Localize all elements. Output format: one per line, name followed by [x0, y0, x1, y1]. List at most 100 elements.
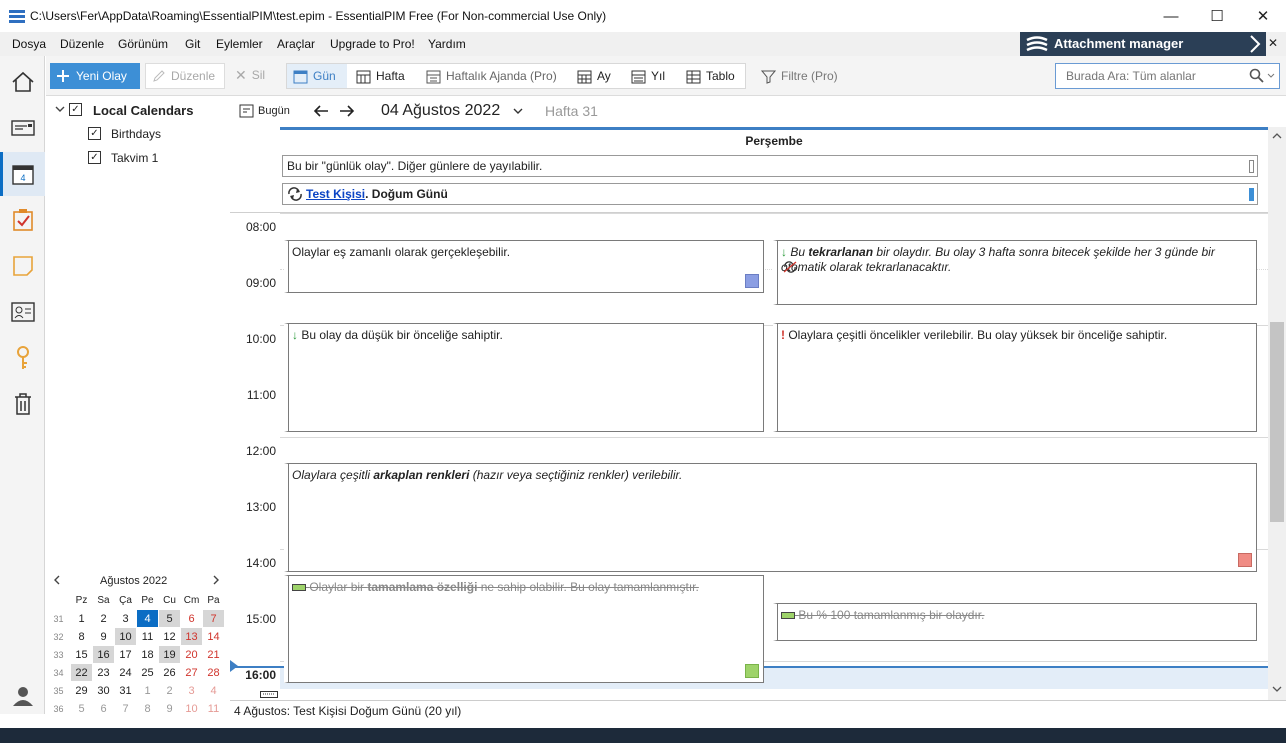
menu-actions[interactable]: Eylemler	[216, 37, 263, 51]
mini-cal-day[interactable]: 24	[115, 664, 136, 681]
mini-cal-day[interactable]: 15	[71, 646, 92, 663]
event-low-priority[interactable]: ↓ Bu olay da düşük bir önceliğe sahiptir…	[284, 323, 764, 432]
nav-home[interactable]	[0, 60, 45, 104]
mini-cal-day[interactable]: 1	[137, 682, 158, 699]
mini-cal-day[interactable]: 21	[203, 646, 224, 663]
current-date[interactable]: 04 Ağustos 2022	[381, 102, 500, 120]
birthdays-checkbox[interactable]: ✓	[88, 127, 101, 140]
mini-cal-prev-icon[interactable]	[53, 575, 61, 585]
view-day-button[interactable]: Gün	[293, 63, 336, 89]
mini-cal-day[interactable]: 22	[71, 664, 92, 681]
mini-cal-day[interactable]: 7	[203, 610, 224, 627]
mini-cal-day[interactable]: 11	[137, 628, 158, 645]
arrow-left-icon[interactable]	[313, 104, 329, 118]
mini-cal-day[interactable]: 8	[71, 628, 92, 645]
nav-profile[interactable]	[0, 674, 45, 718]
mini-cal-day[interactable]: 7	[115, 700, 136, 717]
arrow-right-icon[interactable]	[339, 104, 355, 118]
mini-cal-day[interactable]: 12	[159, 628, 180, 645]
menu-go[interactable]: Git	[185, 37, 200, 51]
birthday-event[interactable]: Test Kişisi . Doğum Günü	[282, 183, 1258, 205]
mini-cal-day[interactable]: 31	[115, 682, 136, 699]
event-background-colors[interactable]: Olaylara çeşitli arkaplan renkleri (hazı…	[284, 463, 1257, 572]
mini-cal-day[interactable]: 25	[137, 664, 158, 681]
mini-cal-day[interactable]: 2	[93, 610, 114, 627]
attachment-close-icon[interactable]: ✕	[1268, 36, 1278, 50]
mini-cal-day[interactable]: 1	[71, 610, 92, 627]
maximize-button[interactable]: ☐	[1194, 0, 1240, 32]
mini-cal-day[interactable]: 26	[159, 664, 180, 681]
nav-mail[interactable]	[0, 106, 45, 150]
attachment-manager-button[interactable]: Attachment manager	[1020, 32, 1266, 56]
vertical-scrollbar[interactable]	[1268, 127, 1286, 700]
view-week-button[interactable]: Hafta	[356, 63, 405, 89]
filter-button[interactable]: Filtre (Pro)	[761, 63, 838, 89]
more-events-icon[interactable]	[260, 691, 278, 699]
mini-cal-day[interactable]: 23	[93, 664, 114, 681]
event-recurring[interactable]: ↓ Bu tekrarlanan bir olaydır. Bu olay 3 …	[773, 240, 1257, 305]
mini-cal-day[interactable]: 10	[115, 628, 136, 645]
view-year-button[interactable]: Yıl	[631, 63, 665, 89]
mini-cal-next-icon[interactable]	[212, 575, 220, 585]
mini-cal-day[interactable]: 29	[71, 682, 92, 699]
search-icon[interactable]	[1249, 68, 1265, 84]
mini-cal-day[interactable]: 3	[115, 610, 136, 627]
search-input[interactable]	[1055, 63, 1280, 89]
menu-file[interactable]: Dosya	[12, 37, 46, 51]
search-dropdown-icon[interactable]	[1267, 73, 1275, 79]
mini-cal-day[interactable]: 10	[181, 700, 202, 717]
mini-cal-day[interactable]: 8	[137, 700, 158, 717]
date-dropdown-icon[interactable]	[513, 108, 523, 115]
minimize-button[interactable]: —	[1148, 0, 1194, 32]
view-month-button[interactable]: Ay	[577, 63, 611, 89]
mini-cal-day[interactable]: 16	[93, 646, 114, 663]
nav-trash[interactable]	[0, 382, 45, 426]
mini-cal-day[interactable]: 5	[71, 700, 92, 717]
menu-help[interactable]: Yardım	[428, 37, 466, 51]
close-button[interactable]: ✕	[1240, 0, 1286, 32]
new-event-button[interactable]: Yeni Olay	[50, 63, 140, 89]
edit-button[interactable]: Düzenle	[145, 63, 225, 89]
chevron-down-icon[interactable]	[55, 106, 65, 114]
mini-cal-day[interactable]: 4	[137, 610, 158, 627]
event-complete-100[interactable]: Bu % 100 tamamlanmış bir olaydır.	[773, 603, 1257, 641]
mini-cal-day[interactable]: 3	[181, 682, 202, 699]
delete-button[interactable]: ✕ Sil	[235, 63, 265, 87]
mini-cal-day[interactable]: 13	[181, 628, 202, 645]
mini-cal-day[interactable]: 27	[181, 664, 202, 681]
scrollbar-thumb[interactable]	[1270, 322, 1284, 522]
takvim-1-checkbox[interactable]: ✓	[88, 151, 101, 164]
scroll-down-icon[interactable]	[1272, 686, 1282, 693]
nav-passwords[interactable]	[0, 336, 45, 380]
event-completed[interactable]: Olaylar bir tamamlama özelliği ne sahip …	[284, 575, 764, 683]
view-agenda-button[interactable]: Haftalık Ajanda (Pro)	[426, 63, 557, 89]
nav-calendar[interactable]: 4	[0, 152, 45, 196]
nav-contacts[interactable]	[0, 290, 45, 334]
mini-cal-day[interactable]: 9	[93, 628, 114, 645]
scroll-up-icon[interactable]	[1272, 132, 1282, 139]
mini-cal-day[interactable]: 2	[159, 682, 180, 699]
view-table-button[interactable]: Tablo	[686, 63, 735, 89]
mini-cal-day[interactable]: 30	[93, 682, 114, 699]
menu-view[interactable]: Görünüm	[118, 37, 168, 51]
menu-upgrade[interactable]: Upgrade to Pro!	[330, 37, 415, 51]
mini-cal-day[interactable]: 4	[203, 682, 224, 699]
menu-edit[interactable]: Düzenle	[60, 37, 104, 51]
mini-cal-day[interactable]: 18	[137, 646, 158, 663]
mini-cal-day[interactable]: 6	[93, 700, 114, 717]
menu-tools[interactable]: Araçlar	[277, 37, 315, 51]
mini-cal-day[interactable]: 5	[159, 610, 180, 627]
mini-cal-day[interactable]: 9	[159, 700, 180, 717]
contact-link[interactable]: Test Kişisi	[306, 187, 365, 201]
mini-cal-day[interactable]: 14	[203, 628, 224, 645]
event-concurrent[interactable]: Olaylar eş zamanlı olarak gerçekleşebili…	[284, 240, 764, 293]
mini-cal-day[interactable]: 28	[203, 664, 224, 681]
mini-cal-day[interactable]: 19	[159, 646, 180, 663]
allday-event[interactable]: Bu bir "günlük olay". Diğer günlere de y…	[282, 155, 1258, 177]
mini-cal-day[interactable]: 11	[203, 700, 224, 717]
mini-cal-day[interactable]: 20	[181, 646, 202, 663]
event-high-priority[interactable]: ! Olaylara çeşitli öncelikler verilebili…	[773, 323, 1257, 432]
mini-cal-day[interactable]: 17	[115, 646, 136, 663]
mini-cal-day[interactable]: 6	[181, 610, 202, 627]
local-calendars-checkbox[interactable]: ✓	[69, 103, 82, 116]
